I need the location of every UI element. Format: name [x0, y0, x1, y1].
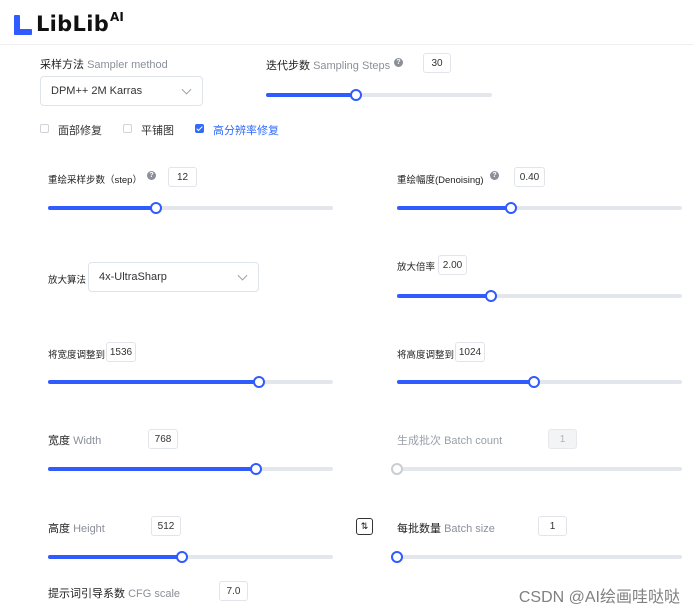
height-input[interactable]: 512	[151, 516, 181, 536]
width-slider[interactable]	[48, 463, 333, 475]
sampling-steps-slider[interactable]	[266, 89, 492, 101]
slider-track	[397, 555, 682, 559]
slider-fill	[48, 206, 157, 210]
tiling-checkbox[interactable]	[123, 124, 132, 133]
width-label: 宽度 Width	[48, 435, 102, 447]
slider-thumb[interactable]	[391, 551, 403, 563]
sampling-steps-label: 迭代步数 Sampling Steps	[266, 60, 391, 72]
logo-mark-icon	[14, 13, 34, 35]
sampler-method-value: DPM++ 2M Karras	[51, 85, 143, 97]
denoising-slider[interactable]	[397, 202, 682, 214]
slider-fill	[48, 380, 259, 384]
batch-size-slider[interactable]	[391, 551, 682, 563]
batch-count-slider[interactable]	[391, 463, 682, 475]
batch-size-input[interactable]: 1	[538, 516, 567, 536]
watermark: CSDN @AI绘画哇哒哒	[518, 589, 680, 606]
face-restore-label[interactable]: 面部修复	[58, 122, 102, 138]
resize-height-slider[interactable]	[397, 376, 682, 388]
header-divider	[0, 44, 694, 45]
width-input[interactable]: 768	[148, 429, 178, 449]
slider-thumb[interactable]	[391, 463, 403, 475]
slider-fill	[266, 93, 357, 97]
sampler-method-label: 采样方法 Sampler method	[40, 59, 168, 71]
slider-fill	[397, 206, 511, 210]
slider-fill	[397, 294, 492, 298]
logo-text: LibLib	[36, 12, 110, 36]
height-slider[interactable]	[48, 551, 333, 563]
cfg-scale-label: 提示词引导系数 CFG scale	[48, 588, 181, 600]
swap-icon[interactable]: ⇅	[356, 518, 373, 535]
resize-height-label: 将高度调整到	[397, 350, 455, 361]
upscale-ratio-label: 放大倍率	[397, 262, 436, 273]
hires-steps-slider[interactable]	[48, 202, 333, 214]
height-label: 高度 Height	[48, 523, 105, 535]
resize-width-slider[interactable]	[48, 376, 333, 388]
face-restore-checkbox[interactable]	[40, 124, 49, 133]
chevron-down-icon	[181, 84, 192, 95]
hires-fix-checkbox[interactable]	[195, 124, 204, 133]
slider-fill	[48, 555, 182, 559]
upscaler-label: 放大算法	[48, 275, 87, 286]
help-icon[interactable]: ?	[394, 58, 403, 67]
sampler-method-select[interactable]: DPM++ 2M Karras	[40, 76, 203, 106]
upscaler-value: 4x-UltraSharp	[99, 271, 167, 283]
slider-fill	[48, 467, 257, 471]
slider-thumb[interactable]	[150, 202, 163, 214]
help-icon[interactable]: ?	[147, 171, 156, 180]
resize-height-input[interactable]: 1024	[455, 342, 485, 362]
resize-width-label: 将宽度调整到	[48, 350, 106, 361]
sampling-steps-input[interactable]: 30	[423, 53, 451, 73]
denoising-input[interactable]: 0.40	[514, 167, 545, 187]
slider-thumb[interactable]	[250, 463, 263, 475]
hires-steps-label: 重绘采样步数（step）	[48, 175, 142, 186]
batch-count-input[interactable]: 1	[548, 429, 577, 449]
batch-size-label: 每批数量 Batch size	[397, 523, 495, 535]
slider-fill	[397, 380, 534, 384]
slider-thumb[interactable]	[252, 376, 265, 388]
hires-fix-label[interactable]: 高分辨率修复	[213, 122, 279, 138]
slider-thumb[interactable]	[485, 290, 498, 302]
help-icon[interactable]: ?	[490, 171, 499, 180]
upscale-ratio-input[interactable]: 2.00	[438, 255, 467, 275]
chevron-down-icon	[237, 270, 248, 281]
upscaler-select[interactable]: 4x-UltraSharp	[88, 262, 259, 292]
hires-steps-input[interactable]: 12	[168, 167, 197, 187]
liblib-logo[interactable]: LibLib AI	[14, 10, 124, 36]
slider-thumb[interactable]	[527, 376, 540, 388]
batch-count-label: 生成批次 Batch count	[397, 435, 503, 447]
upscale-ratio-slider[interactable]	[397, 290, 682, 302]
denoising-label: 重绘幅度(Denoising)	[397, 175, 484, 186]
slider-track	[397, 467, 682, 471]
logo-superscript: AI	[110, 10, 124, 24]
resize-width-input[interactable]: 1536	[106, 342, 136, 362]
cfg-scale-input[interactable]: 7.0	[219, 581, 248, 601]
tiling-label[interactable]: 平铺图	[141, 122, 174, 138]
slider-thumb[interactable]	[350, 89, 363, 101]
slider-thumb[interactable]	[175, 551, 188, 563]
slider-thumb[interactable]	[505, 202, 517, 214]
